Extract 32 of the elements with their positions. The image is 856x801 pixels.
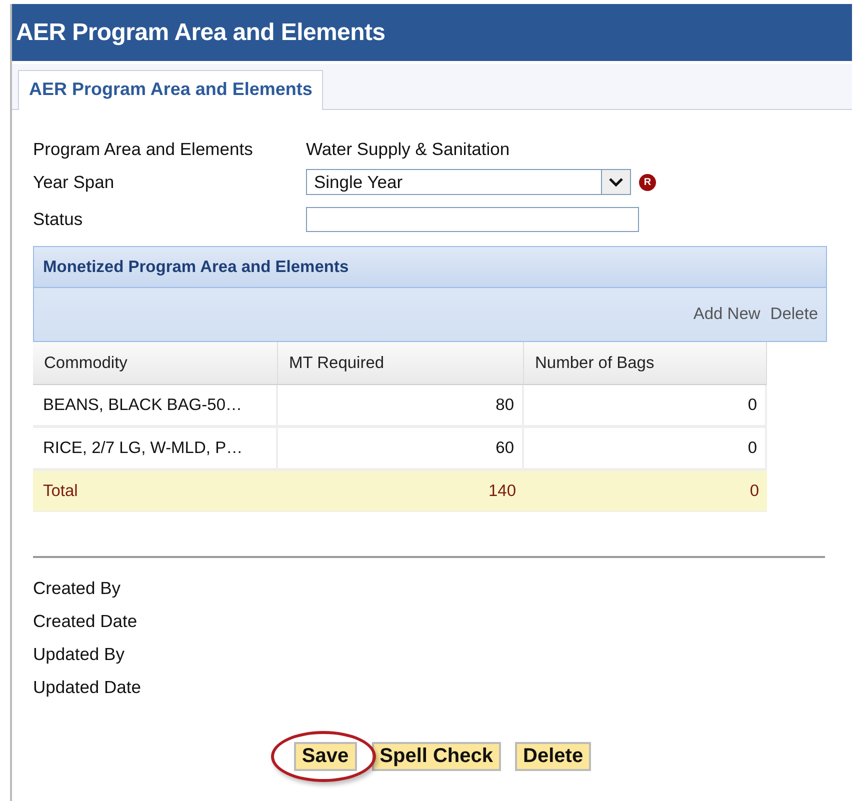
field-label: Status <box>33 208 84 230</box>
field-value: Water Supply & Sanitation <box>306 138 511 160</box>
window-title: AER Program Area and Elements <box>12 4 852 61</box>
tab[interactable]: AER Program Area and Elements <box>18 70 324 110</box>
table-cell: 0 <box>524 385 767 428</box>
field-label: Created Date <box>33 611 138 632</box>
column-header[interactable]: MT Required <box>278 342 524 385</box>
column-header[interactable]: Number of Bags <box>524 342 767 385</box>
action-button[interactable]: Save <box>294 742 357 771</box>
field-label: Updated By <box>33 644 124 665</box>
action-button[interactable]: Spell Check <box>372 742 502 771</box>
field-label: Year Span <box>33 172 116 192</box>
table-cell: 80 <box>278 385 524 428</box>
field-label: Updated Date <box>33 677 141 698</box>
required-icon: R <box>639 174 656 190</box>
grid-action-link[interactable]: Delete <box>770 305 818 324</box>
total-cell: 0 <box>524 471 767 512</box>
field-label: Created By <box>33 578 121 599</box>
column-header[interactable]: Commodity <box>33 342 278 385</box>
action-button[interactable]: Delete <box>515 742 592 771</box>
panel-title: Monetized Program Area and Elements <box>34 247 826 288</box>
year-span-select[interactable]: Single Year <box>306 169 631 195</box>
status-field[interactable] <box>306 206 639 232</box>
total-cell: 140 <box>278 471 524 512</box>
table-cell: RICE, 2/7 LG, W-MLD, P… <box>33 428 278 471</box>
caret-icon <box>609 177 623 187</box>
grid-action-link[interactable]: Add New <box>693 305 760 324</box>
total-cell: Total <box>33 471 278 512</box>
table-cell: BEANS, BLACK BAG-50… <box>33 385 278 428</box>
field-label: Program Area and Elements <box>33 138 254 160</box>
table-cell: 60 <box>278 428 524 471</box>
table-cell: 0 <box>524 428 767 471</box>
